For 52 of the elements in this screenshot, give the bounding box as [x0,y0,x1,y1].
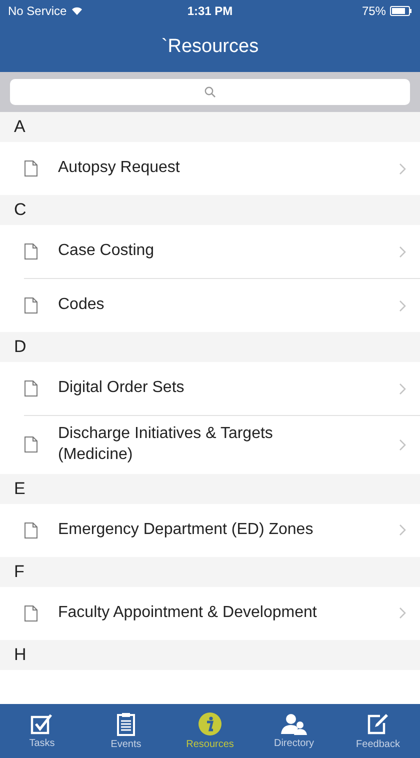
item-title: Emergency Department (ED) Zones [58,520,314,540]
item-title: Faculty Appointment & Development [58,602,318,623]
chevron-icon [399,607,406,620]
list-item[interactable]: Codes [24,279,420,332]
tab[interactable]: Resources [168,704,252,758]
tab[interactable]: Directory [252,704,336,758]
chevron-icon [399,246,406,258]
item-title: Case Costing [58,241,156,262]
tab[interactable]: Events [84,704,168,758]
battery-icon [390,6,412,16]
section-letter: H [14,644,26,665]
item-title: Digital Order Sets [58,378,186,398]
list-item[interactable]: Emergency Department (ED) Zones [24,504,420,557]
document-icon [24,160,38,177]
item-title: Discharge Initiatives & Targets (Medicine) [58,424,274,465]
info-icon [198,712,222,736]
people-icon [280,713,308,735]
tab[interactable]: Tasks [0,704,84,758]
section-letter: E [14,478,26,499]
wifi-icon [70,6,83,16]
document-icon [24,297,38,314]
nav-title: `Resources [161,36,259,58]
list-item[interactable]: Digital Order Sets [24,362,420,416]
checkbox-icon [30,713,54,735]
tab[interactable]: Feedback [336,704,420,758]
section-letter: D [14,337,26,357]
document-icon [24,436,38,454]
section-letter: F [14,562,24,582]
list-item[interactable]: Discharge Initiatives & Targets (Medicine) [24,416,420,474]
clipboard-icon [116,712,136,736]
document-icon [24,604,38,622]
section-letter: A [14,117,26,137]
chevron-icon [399,300,406,312]
item-title: Codes [58,295,106,316]
carrier-text: No Service [8,4,67,18]
search-field[interactable] [10,79,410,105]
chevron-icon [399,162,406,174]
time-text: 1:31 PM [187,4,233,18]
document-icon [24,522,38,539]
item-title: Autopsy Request [58,158,181,178]
list-item[interactable]: Autopsy Request [24,142,420,195]
section-letter: C [14,200,26,220]
compose-icon [366,712,390,736]
chevron-icon [399,524,406,536]
document-icon [24,243,38,260]
search-icon [204,86,216,98]
chevron-icon [399,438,406,451]
chevron-icon [399,382,406,394]
list-item[interactable]: Case Costing [24,225,420,279]
document-icon [24,380,38,397]
battery-text: 75% [362,4,386,18]
list-item[interactable]: Faculty Appointment & Development [24,586,420,640]
